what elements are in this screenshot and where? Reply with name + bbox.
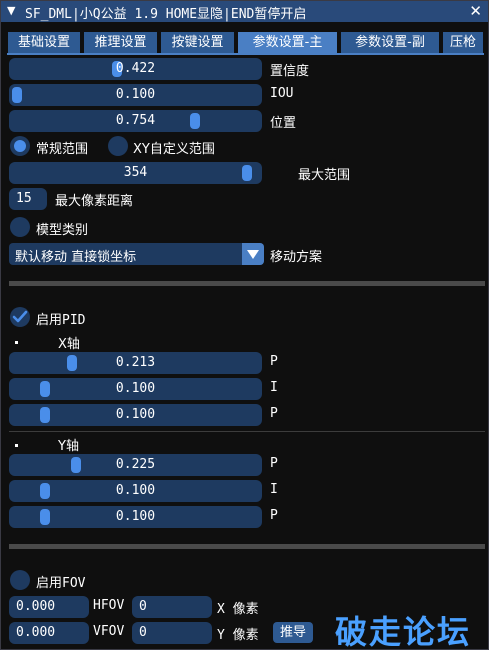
section-divider <box>9 544 485 549</box>
max-range-label: 最大范围 <box>298 168 351 183</box>
x-i-label: I <box>270 380 278 395</box>
x-d-label: P <box>270 406 278 421</box>
x-i-slider[interactable]: 0.100 <box>9 378 262 400</box>
x-d-slider[interactable]: 0.100 <box>9 404 262 426</box>
confidence-slider[interactable]: 0.422 <box>9 58 262 80</box>
chevron-down-icon[interactable] <box>242 243 264 265</box>
custom-range-radio[interactable] <box>108 136 128 156</box>
slider-value: 0.100 <box>115 87 156 102</box>
collapse-icon[interactable]: ▼ <box>7 4 15 17</box>
slider-value: 0.754 <box>115 113 156 128</box>
hfov-label: HFOV <box>93 598 125 613</box>
confidence-label: 置信度 <box>270 64 310 79</box>
slider-value: 0.225 <box>115 457 156 472</box>
normal-range-label[interactable]: 常规范围 <box>36 138 88 157</box>
bullet-icon <box>15 444 18 447</box>
app-window: ▼ SF_DML|小Q公益 1.9 HOME显隐|END暂停开启 ✕ 基础设置 … <box>0 0 489 650</box>
y-axis-label: Y轴 <box>58 439 79 454</box>
bullet-icon <box>15 341 18 344</box>
enable-pid-label[interactable]: 启用PID <box>36 309 85 328</box>
x-p-label: P <box>270 354 278 369</box>
tab-underline <box>7 53 484 55</box>
x-axis-label: X轴 <box>58 337 80 352</box>
max-range-slider[interactable]: 354 <box>9 162 262 184</box>
y-pixels-input[interactable]: 0 <box>132 622 212 644</box>
window-title: SF_DML|小Q公益 1.9 HOME显隐|END暂停开启 <box>25 7 307 22</box>
slider-value: 0.100 <box>115 509 156 524</box>
hfov-input[interactable]: 0.000 <box>9 596 89 618</box>
enable-pid-checkbox[interactable] <box>10 307 30 327</box>
slider-value: 0.100 <box>115 407 156 422</box>
close-icon[interactable]: ✕ <box>469 2 482 20</box>
tab-key-settings[interactable]: 按键设置 <box>161 32 234 53</box>
title-bar[interactable]: ▼ SF_DML|小Q公益 1.9 HOME显隐|END暂停开启 ✕ <box>1 1 488 22</box>
slider-value: 0.213 <box>115 355 156 370</box>
max-pixel-distance-input[interactable]: 15 <box>9 188 47 210</box>
y-d-slider[interactable]: 0.100 <box>9 506 262 528</box>
position-slider[interactable]: 0.754 <box>9 110 262 132</box>
y-p-label: P <box>270 456 278 471</box>
iou-slider[interactable]: 0.100 <box>9 84 262 106</box>
watermark: 破走论坛 <box>335 613 472 650</box>
move-mode-select[interactable]: 默认移动 直接锁坐标 <box>9 243 264 265</box>
enable-fov-label[interactable]: 启用FOV <box>36 572 85 591</box>
x-pixels-input[interactable]: 0 <box>132 596 212 618</box>
slider-value: 0.100 <box>115 483 156 498</box>
vfov-input[interactable]: 0.000 <box>9 622 89 644</box>
tab-recoil[interactable]: 压枪 <box>443 32 483 53</box>
position-label: 位置 <box>270 116 297 131</box>
slider-value: 0.100 <box>115 381 156 396</box>
vfov-label: VFOV <box>93 624 125 639</box>
derive-button[interactable]: 推导 <box>273 622 313 643</box>
x-pixels-label: X 像素 <box>217 602 259 617</box>
model-category-label[interactable]: 模型类别 <box>36 219 88 238</box>
slider-value: 0.422 <box>115 61 156 76</box>
model-category-checkbox[interactable] <box>10 217 30 237</box>
check-icon <box>12 310 28 323</box>
custom-range-label[interactable]: XY自定义范围 <box>133 138 215 157</box>
tab-param-settings-sub[interactable]: 参数设置-副 <box>341 32 439 53</box>
tab-basic-settings[interactable]: 基础设置 <box>8 32 80 53</box>
slider-value: 354 <box>123 165 148 180</box>
y-pixels-label: Y 像素 <box>217 628 259 643</box>
tab-inference-settings[interactable]: 推理设置 <box>84 32 157 53</box>
y-d-label: P <box>270 508 278 523</box>
max-pixel-distance-label: 最大像素距离 <box>55 194 134 209</box>
x-p-slider[interactable]: 0.213 <box>9 352 262 374</box>
move-mode-label: 移动方案 <box>270 250 323 265</box>
enable-fov-checkbox[interactable] <box>10 570 30 590</box>
move-mode-value: 默认移动 直接锁坐标 <box>15 250 137 265</box>
y-p-slider[interactable]: 0.225 <box>9 454 262 476</box>
tab-param-settings-main[interactable]: 参数设置-主 <box>238 32 337 53</box>
y-i-slider[interactable]: 0.100 <box>9 480 262 502</box>
axis-divider <box>9 431 485 432</box>
y-i-label: I <box>270 482 278 497</box>
normal-range-radio[interactable] <box>10 136 30 156</box>
section-divider <box>9 281 485 286</box>
iou-label: IOU <box>270 86 294 101</box>
